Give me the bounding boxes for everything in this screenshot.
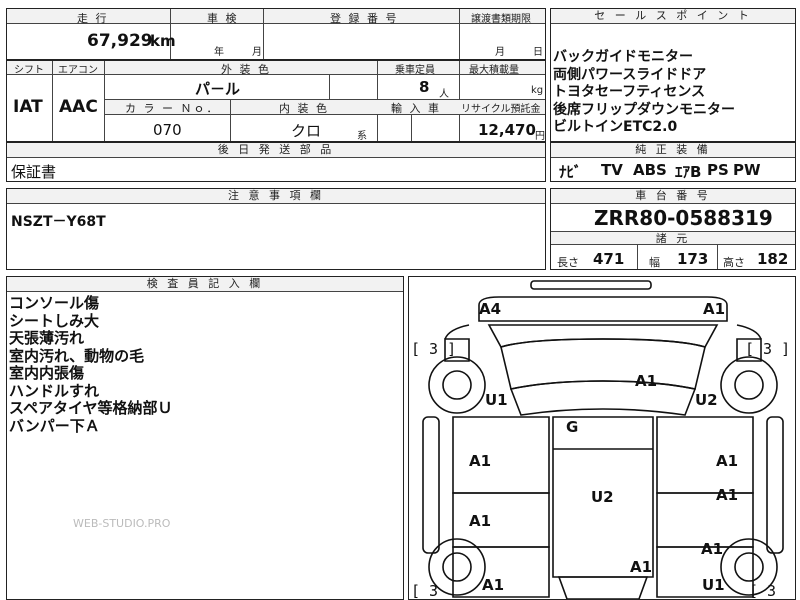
damage-mark: A1 (482, 576, 505, 594)
specs-box: シフト エアコン 外 装 色 乗車定員 最大積載量 IAT AAC パ－ル 8 … (6, 60, 546, 142)
damage-mark: [ 3 ] (411, 340, 457, 358)
damage-mark: A1 (716, 452, 739, 470)
shift-value: IAT (13, 97, 43, 117)
height-value: 182 (757, 250, 789, 268)
equipment-item: TV (601, 161, 623, 179)
capacity-label: 乗車定員 (395, 65, 435, 76)
damage-mark: G (566, 418, 579, 436)
damage-mark: A1 (716, 486, 739, 504)
inspection-year: 年 (214, 47, 224, 58)
mileage-label: 走 行 (77, 12, 109, 25)
watermark: WEB-STUDIO.PRO (73, 517, 171, 530)
equipment-item: PS (707, 161, 729, 179)
sales-point-item: 後席フリップダウンモニター (553, 101, 735, 118)
shift-label: シフト (14, 65, 44, 76)
capacity-unit: 人 (439, 89, 449, 100)
notes-value: NSZT－Y68T (11, 214, 106, 230)
damage-mark: [ 3 (749, 582, 777, 600)
notes-header: 注 意 事 項 欄 (7, 189, 545, 204)
sales-point-item: トヨタセーフティセンス (553, 84, 706, 100)
damage-mark: U2 (695, 391, 718, 409)
import-label: 輸 入 車 (391, 102, 441, 115)
chassis-number: ZRR80-0588319 (594, 206, 773, 230)
registration-label: 登 録 番 号 (330, 12, 399, 25)
transfer-month: 月 (495, 47, 505, 58)
later-parts-header: 後 日 発 送 部 品 (7, 143, 545, 158)
inspector-line: 室内汚れ、動物の毛 (9, 346, 145, 365)
damage-mark: A1 (635, 372, 658, 390)
later-parts-value: 保証書 (11, 163, 57, 181)
sales-points-header: セ ー ル ス ポ イ ン ト (551, 9, 795, 24)
sales-points-box: セ ー ル ス ポ イ ン ト バックガイドモニター 両側パワースライドドア ト… (550, 8, 796, 142)
damage-mark: U1 (702, 576, 725, 594)
damage-mark: A1 (469, 452, 492, 470)
car-diagram-box: A4 A1 [ 3 ] [ 3 ] A1 U1 U2 G A1 A1 U2 A1… (408, 276, 796, 600)
damage-mark: A1 (701, 540, 724, 558)
damage-mark: A1 (630, 558, 653, 576)
car-diagram (422, 280, 784, 599)
inspector-line: コンソール傷 (9, 294, 100, 312)
damage-mark: U2 (591, 488, 614, 506)
equipment-item: ﾅﾋﾞ (559, 163, 582, 181)
height-label: 高さ (723, 256, 745, 269)
damage-mark: A1 (469, 512, 492, 530)
sales-point-item: ビルトインETC2.0 (553, 119, 678, 135)
inspector-line: バンパー下Ａ (9, 416, 100, 435)
dims-header: 諸 元 (551, 231, 795, 245)
mileage-value: 67,929 (87, 31, 153, 51)
length-value: 471 (593, 250, 625, 268)
color-no-value: 070 (153, 121, 182, 139)
aircon-value: AAC (59, 97, 98, 117)
damage-mark: A4 (479, 300, 502, 318)
width-value: 173 (677, 250, 709, 268)
length-label: 長さ (557, 256, 579, 269)
equipment-box: 純 正 装 備 ﾅﾋﾞ TV ABS ｴｱB PS PW (550, 142, 796, 182)
equipment-item: PW (733, 161, 761, 179)
interior-color-label: 内 装 色 (279, 102, 329, 115)
max-load-label: 最大積載量 (469, 65, 519, 76)
damage-mark: [ 3 (411, 582, 439, 600)
recycle-unit: 円 (535, 131, 545, 142)
summary-box: 走 行 車 検 登 録 番 号 譲渡書類期限 67,929 km 年 月 月 日 (6, 8, 546, 60)
recycle-label: リサイクル預託金 (461, 104, 541, 115)
inspector-lines: コンソール傷 シートしみ大 天張薄汚れ 室内汚れ、動物の毛 室内内張傷 ハンドル… (9, 294, 173, 435)
equipment-item: ｴｱB (675, 163, 702, 181)
inspector-line: スペアタイヤ等格納部Ｕ (9, 399, 173, 417)
recycle-value: 12,470 (478, 121, 536, 139)
sales-point-item: 両側パワースライドドア (553, 66, 707, 83)
exterior-color-value: パ－ル (195, 80, 241, 98)
sales-points-list: バックガイドモニター 両側パワースライドドア トヨタセーフティセンス 後席フリッ… (553, 49, 793, 137)
later-parts-box: 後 日 発 送 部 品 保証書 (6, 142, 546, 182)
sales-point-item: バックガイドモニター (553, 49, 693, 65)
mileage-unit: km (150, 32, 176, 50)
aircon-label: エアコン (58, 65, 98, 76)
inspector-header: 検 査 員 記 入 欄 (7, 277, 403, 292)
damage-mark: A1 (703, 300, 726, 318)
max-load-unit: kg (531, 85, 544, 96)
transfer-day: 日 (533, 47, 543, 58)
interior-color-value: クロ (291, 122, 322, 140)
width-label: 幅 (649, 256, 660, 269)
inspector-line: ハンドルすれ (9, 381, 100, 400)
inspector-line: シートしみ大 (9, 311, 100, 330)
equipment-header: 純 正 装 備 (551, 143, 795, 158)
inspector-line: 天張薄汚れ (9, 329, 85, 347)
chassis-header: 車 台 番 号 (551, 189, 795, 204)
inspector-line: 室内内張傷 (9, 364, 85, 382)
interior-color-suffix: 系 (357, 131, 367, 142)
capacity-value: 8 (419, 78, 430, 96)
inspector-box: 検 査 員 記 入 欄 コンソール傷 シートしみ大 天張薄汚れ 室内汚れ、動物の… (6, 276, 404, 600)
transfer-deadline-label: 譲渡書類期限 (471, 14, 531, 25)
equipment-item: ABS (633, 161, 667, 179)
inspection-label: 車 検 (207, 12, 239, 25)
inspection-month: 月 (252, 47, 262, 58)
color-no-label: カ ラ ー Ｎｏ． (125, 102, 220, 115)
damage-mark: U1 (485, 391, 508, 409)
damage-mark: [ 3 ] (745, 340, 791, 358)
notes-box: 注 意 事 項 欄 NSZT－Y68T (6, 188, 546, 270)
chassis-box: 車 台 番 号 ZRR80-0588319 諸 元 長さ 471 幅 173 高… (550, 188, 796, 270)
exterior-color-label: 外 装 色 (221, 63, 271, 76)
